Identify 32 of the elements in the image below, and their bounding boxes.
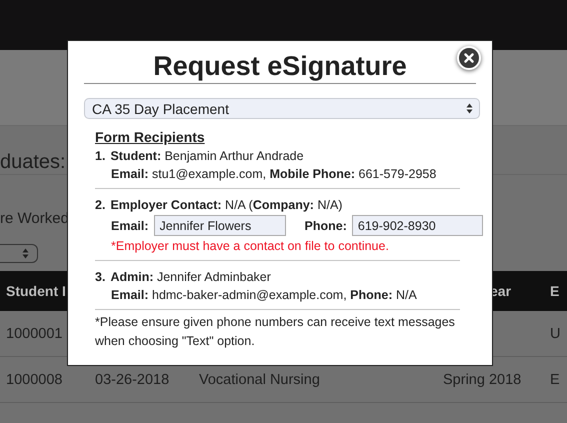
table-cell: Vocational Nursing — [199, 372, 320, 388]
updown-icon — [22, 248, 29, 259]
table-cell: 1000001 — [6, 326, 62, 342]
table-cell: 1000008 — [6, 372, 62, 388]
page-heading: duates: — [0, 151, 66, 173]
dialog-title: Request eSignature — [152, 50, 408, 83]
input-field[interactable]: Jennifer Flowers — [154, 215, 286, 236]
section-title: Form Recipients — [95, 129, 206, 145]
close-icon — [464, 53, 474, 63]
column-header: E — [550, 283, 560, 299]
input-field[interactable]: 619-902-8930 — [352, 215, 483, 236]
recipient-name: Employer Contact: N/A (Company: N/A) — [110, 197, 342, 214]
error-message: *Employer must have a contact on file to continue. — [110, 238, 390, 255]
table-cell: U — [550, 326, 560, 342]
field-label: Email: — [111, 218, 149, 234]
list-number: 3. — [95, 269, 106, 286]
column-header: Student I — [6, 283, 66, 299]
list-number: 1. — [95, 148, 106, 165]
contact-details: Email: hdmc-baker-admin@example.com, Phone: N/A — [110, 287, 418, 304]
table-cell: E — [550, 372, 560, 388]
filter-dropdown[interactable] — [0, 244, 38, 263]
close-button[interactable] — [457, 46, 481, 70]
list-number: 2. — [95, 197, 106, 214]
form-select[interactable]: CA 35 Day Placement — [84, 98, 480, 119]
field-label: Phone: — [304, 218, 347, 234]
recipient-name: Student: Benjamin Arthur Andrade — [110, 148, 304, 165]
table-cell: 03-26-2018 — [95, 372, 170, 388]
table-cell: Spring 2018 — [443, 372, 522, 388]
note-text: *Please ensure given phone numbers can receive text messages when choosing "Text" option. — [95, 314, 456, 350]
recipient-name: Admin: Jennifer Adminbaker — [110, 269, 271, 286]
contact-details: Email: stu1@example.com, Mobile Phone: 661-579-2958 — [110, 166, 438, 183]
updown-icon — [466, 103, 473, 114]
